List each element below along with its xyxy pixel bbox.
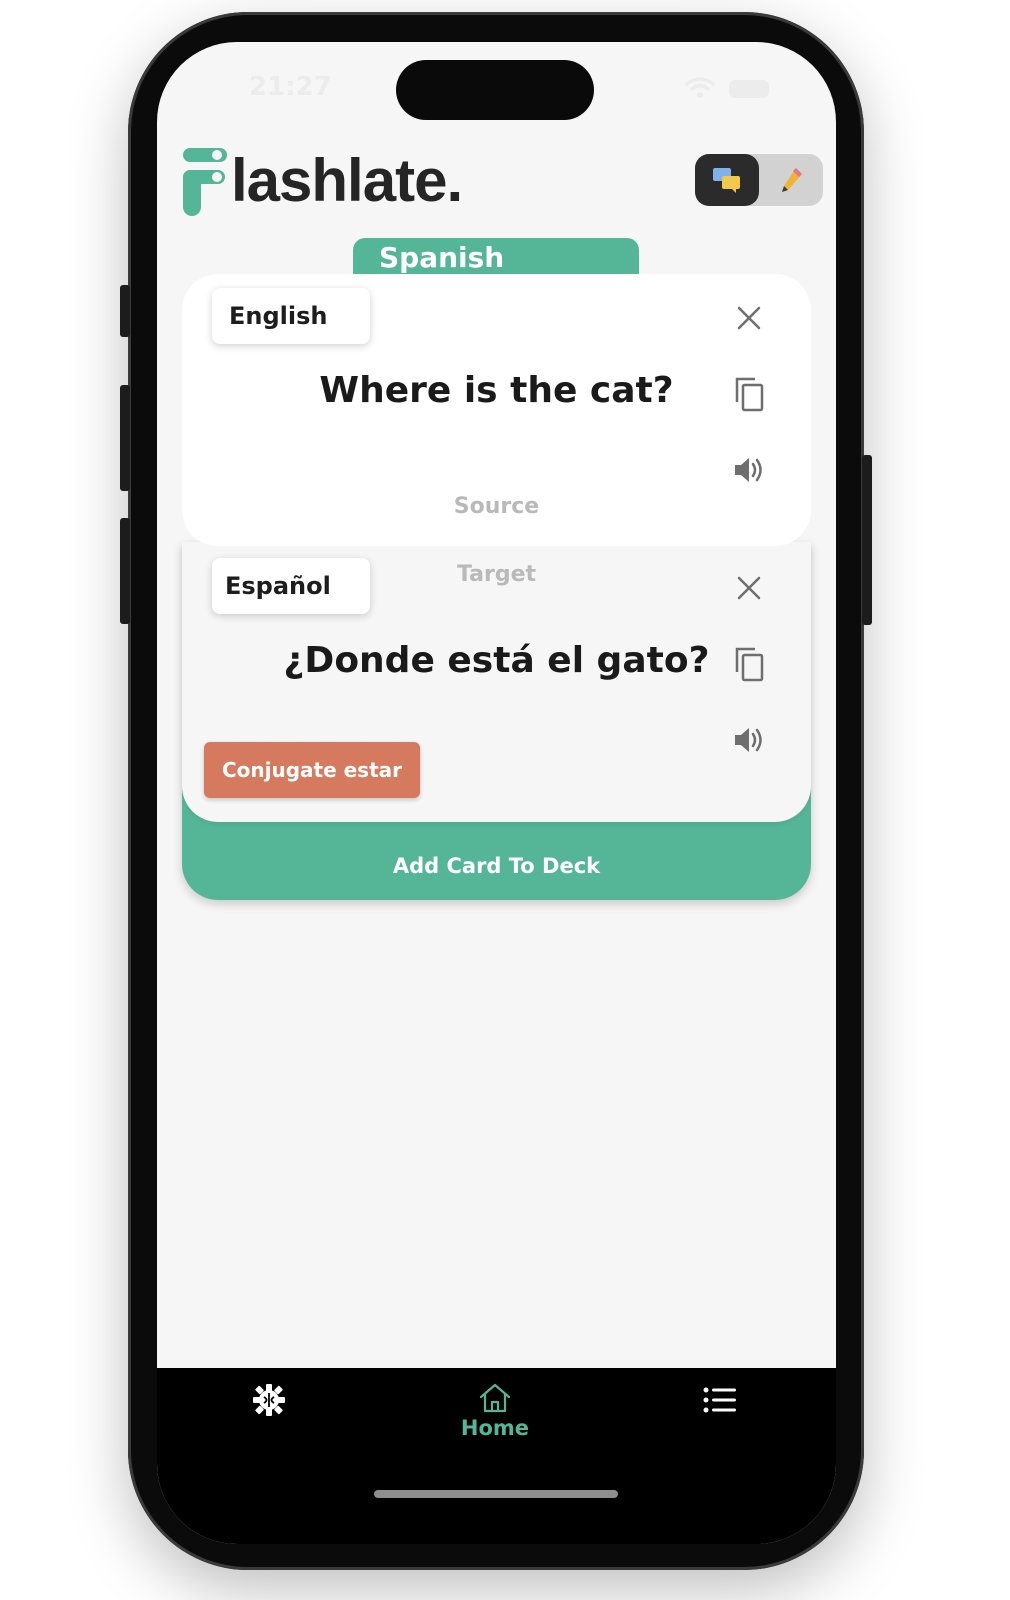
edit-mode-button[interactable] [759,154,823,206]
source-phrase[interactable]: Where is the cat? [182,370,811,411]
home-icon [479,1383,511,1413]
speaker-icon [735,458,762,482]
tab-learn[interactable] [251,1382,287,1418]
tab-home-label: Home [460,1416,530,1440]
clear-source-button[interactable] [729,298,769,338]
source-hint: Source [453,494,540,519]
tab-decks[interactable] [703,1386,737,1414]
power-button [862,455,872,625]
tab-home[interactable]: Home [457,1382,533,1440]
conjugate-button[interactable]: Conjugate estar [204,742,420,798]
status-time: 21:27 [249,72,332,102]
copy-source-button[interactable] [729,374,769,414]
close-icon [737,306,761,330]
add-card-label: Add Card To Deck [392,854,601,878]
copy-target-button[interactable] [729,644,769,684]
action-button [120,285,130,337]
volume-up-button [120,385,130,491]
logo-text: lashlate. [231,147,463,214]
pencil-icon [782,168,802,192]
copy-icon [735,377,764,412]
speak-target-button[interactable] [729,720,769,760]
close-icon [737,576,761,600]
target-phrase[interactable]: ¿Donde está el gato? [182,640,811,681]
volume-down-button [120,518,130,624]
wifi-icon [685,77,715,98]
copy-icon [735,647,764,682]
app-screen: 21:27 lashlate. Spanish Add Card To Deck… [157,42,836,1544]
translate-mode-button[interactable] [695,154,759,206]
speak-source-button[interactable] [729,450,769,490]
list-icon [703,1387,736,1413]
flashlate-logo-icon [183,148,227,216]
target-hint: Target [456,562,537,587]
brain-gear-icon [253,1384,285,1416]
clear-target-button[interactable] [729,568,769,608]
speaker-icon [735,728,762,752]
conjugate-label: Conjugate estar [221,758,403,782]
app-logo: lashlate. [181,142,501,222]
source-language-selector[interactable]: English [212,288,370,344]
bottom-tab-bar: Home [157,1368,836,1544]
mode-toggle[interactable] [695,154,823,206]
battery-icon [729,80,769,98]
chat-bubbles-icon [713,168,740,193]
source-card: English Where is the cat? Source [182,274,811,546]
source-language-label: English [229,302,328,330]
dynamic-island [396,60,594,120]
home-indicator [374,1490,618,1498]
